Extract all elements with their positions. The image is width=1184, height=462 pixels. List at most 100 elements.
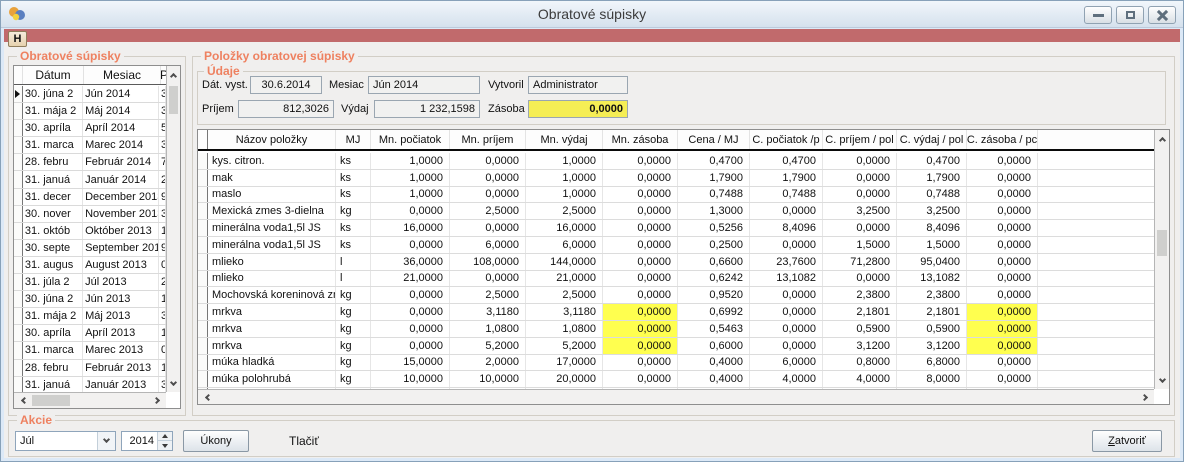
cell-datum: 31. decer	[23, 189, 83, 205]
row-selector	[14, 223, 23, 239]
table-row[interactable]: minerálna voda1,5l JSks16,00000,000016,0…	[198, 220, 1154, 237]
table-row[interactable]: 31. januáJanuár 20133	[14, 377, 166, 392]
current-row-marker-icon	[15, 90, 20, 98]
table-row[interactable]: 30. júna 2Jún 20143	[14, 86, 166, 103]
table-row[interactable]: Mochovská koreninová zmeskg0,00002,50002…	[198, 287, 1154, 304]
dates-horizontal-scrollbar[interactable]	[14, 392, 166, 408]
minimize-button[interactable]	[1084, 6, 1112, 24]
zasoba-field[interactable]: 0,0000	[528, 100, 628, 118]
spin-down-icon[interactable]	[158, 441, 172, 450]
table-row[interactable]: 28. februFebruár 20147	[14, 154, 166, 171]
row-selector	[14, 325, 23, 341]
cell: 10,0000	[371, 371, 450, 387]
scroll-left-icon[interactable]	[200, 390, 214, 404]
table-row[interactable]: 31. januáJanuár 20142	[14, 171, 166, 188]
table-row[interactable]: 30. aprílaApríl 20145	[14, 120, 166, 137]
restore-button[interactable]	[1116, 6, 1144, 24]
cell-datum: 31. októb	[23, 223, 83, 239]
table-row[interactable]: 31. marcaMarec 20130	[14, 342, 166, 359]
items-vertical-scrollbar[interactable]	[1154, 130, 1169, 389]
cell: 0,0000	[823, 187, 897, 203]
column-header[interactable]: C. zásoba / pc	[967, 130, 1038, 149]
table-row[interactable]: Mexická zmes 3-dielnakg0,00002,50002,500…	[198, 203, 1154, 220]
menu-bar	[4, 29, 1180, 42]
row-selector	[198, 153, 208, 169]
ukony-button[interactable]: Úkony	[183, 430, 249, 452]
table-row[interactable]: mliekol21,00000,000021,00000,00000,62421…	[198, 271, 1154, 288]
scroll-thumb[interactable]	[169, 86, 178, 114]
scroll-down-icon[interactable]	[167, 376, 180, 390]
scroll-left-icon[interactable]	[16, 393, 30, 408]
dat-vyst-field[interactable]: 30.6.2014	[250, 76, 322, 94]
vytvoril-field[interactable]: Administrator	[528, 76, 628, 94]
scroll-right-icon[interactable]	[1138, 390, 1152, 404]
vydaj-field[interactable]: 1 232,1598	[374, 100, 480, 118]
table-row[interactable]: múka hladkákg15,00002,000017,00000,00000…	[198, 355, 1154, 372]
items-horizontal-scrollbar[interactable]	[198, 389, 1154, 404]
cell-filler	[1038, 304, 1154, 320]
cell: 2,5000	[526, 203, 603, 219]
table-row[interactable]: kys. citron.ks1,00000,00001,00000,00000,…	[198, 153, 1154, 170]
mesiac-field[interactable]: Jún 2014	[368, 76, 480, 94]
scroll-right-icon[interactable]	[150, 393, 164, 408]
chevron-down-icon[interactable]	[97, 432, 115, 450]
tlacit-button[interactable]: Tlačiť	[289, 434, 319, 448]
table-row[interactable]: 30. septeSeptember 20139	[14, 240, 166, 257]
column-header-filler	[1038, 130, 1169, 149]
column-header[interactable]: Dátum	[23, 66, 84, 84]
year-spinner[interactable]: 2014	[121, 431, 173, 451]
table-row[interactable]: mrkvakg0,00005,20005,20000,00000,60000,0…	[198, 338, 1154, 355]
table-row[interactable]: 31. októbOktóber 20131	[14, 223, 166, 240]
column-header[interactable]: MJ	[336, 130, 371, 149]
column-header[interactable]: C. príjem / pol	[823, 130, 897, 149]
table-row[interactable]: 31. decerDecember 20139	[14, 189, 166, 206]
scroll-up-icon[interactable]	[1155, 132, 1169, 146]
close-button[interactable]	[1148, 6, 1176, 24]
scroll-down-icon[interactable]	[1155, 373, 1169, 387]
table-row[interactable]: minerálna voda1,5l JSks0,00006,00006,000…	[198, 237, 1154, 254]
cell: 0,0000	[603, 203, 678, 219]
left-group-title: Obratové súpisky	[17, 49, 124, 63]
column-header[interactable]: C. výdaj / pol	[897, 130, 967, 149]
row-selector	[14, 377, 23, 392]
table-row[interactable]: 31. mája 2Máj 20143	[14, 103, 166, 120]
table-row[interactable]: 31. mája 2Máj 20133	[14, 308, 166, 325]
cell-datum: 30. júna 2	[23, 291, 83, 307]
h-button[interactable]: H	[8, 31, 27, 47]
table-row[interactable]: 31. marcaMarec 20143	[14, 137, 166, 154]
cell: ks	[336, 153, 371, 169]
column-header[interactable]: C. počiatok /p	[750, 130, 823, 149]
scroll-thumb[interactable]	[32, 395, 70, 406]
table-row[interactable]: 28. februFebruár 20131	[14, 360, 166, 377]
table-row[interactable]: mrkvakg0,00001,08001,08000,00000,54630,0…	[198, 321, 1154, 338]
column-header[interactable]: Názov položky	[208, 130, 336, 149]
scroll-thumb[interactable]	[1157, 230, 1167, 256]
column-header[interactable]: Mn. výdaj	[526, 130, 603, 149]
table-row[interactable]: 30. aprílaApríl 20131	[14, 325, 166, 342]
dates-vertical-scrollbar[interactable]	[166, 66, 180, 392]
scroll-up-icon[interactable]	[167, 68, 180, 82]
cell: 2,1801	[823, 304, 897, 320]
column-header[interactable]: Mesiac	[84, 66, 161, 84]
prijem-field[interactable]: 812,3026	[238, 100, 334, 118]
column-header[interactable]: Mn. zásoba	[603, 130, 678, 149]
table-row[interactable]: mrkvakg0,00003,11803,11800,00000,69920,0…	[198, 304, 1154, 321]
month-select[interactable]: Júl	[15, 431, 116, 451]
table-row[interactable]: 30. júna 2Jún 20131	[14, 291, 166, 308]
column-header[interactable]: Cena / MJ	[678, 130, 750, 149]
table-row[interactable]: makks1,00000,00001,00000,00001,79001,790…	[198, 170, 1154, 187]
cell: 3,1200	[897, 338, 967, 354]
table-row[interactable]: múka polohrubákg10,000010,000020,00000,0…	[198, 371, 1154, 388]
spin-up-icon[interactable]	[158, 432, 172, 441]
table-row[interactable]: mliekol36,0000108,0000144,00000,00000,66…	[198, 254, 1154, 271]
table-row[interactable]: 31. júla 2Júl 20132	[14, 274, 166, 291]
zatvorit-button[interactable]: Zatvoriť	[1092, 430, 1162, 452]
table-row[interactable]: 31. augusAugust 20130	[14, 257, 166, 274]
cell-prijem: 7	[159, 154, 166, 170]
column-header[interactable]: Mn. príjem	[450, 130, 526, 149]
table-row[interactable]: masloks1,00000,00001,00000,00000,74880,7…	[198, 187, 1154, 204]
cell: 0,2500	[678, 237, 750, 253]
cell: 16,0000	[526, 220, 603, 236]
column-header[interactable]: Mn. počiatok	[371, 130, 450, 149]
table-row[interactable]: 30. noverNovember 20133	[14, 206, 166, 223]
